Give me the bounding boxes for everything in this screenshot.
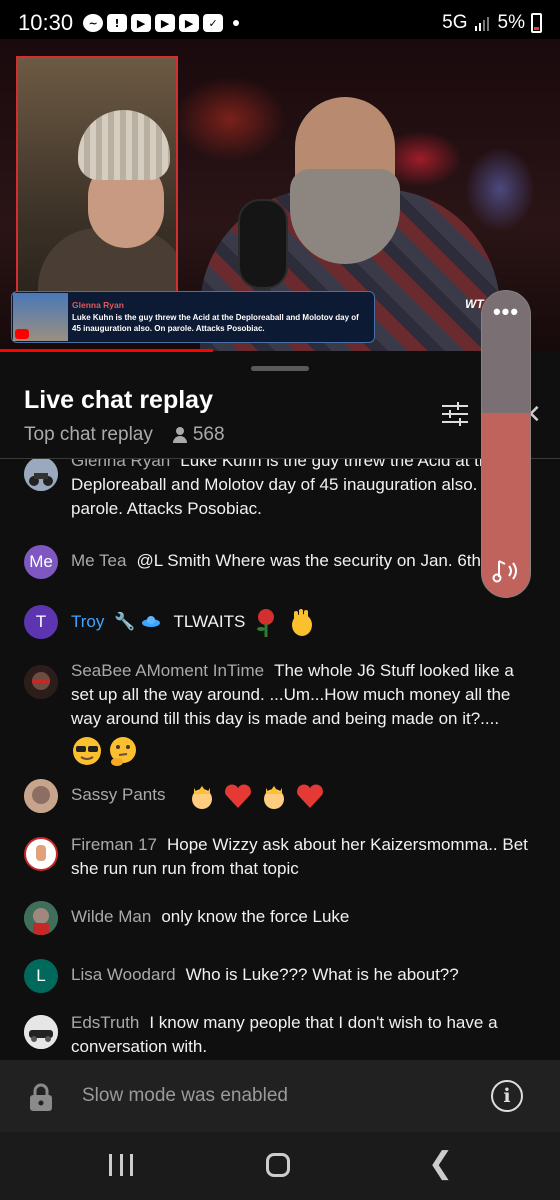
calendar-icon: ✓ [203,14,224,32]
user-photo [24,779,58,813]
user-photo [24,901,58,935]
message-author[interactable]: SeaBee AMoment InTime [71,661,264,680]
more-notifications-dot [233,20,240,26]
viewers-icon [172,427,187,443]
recent-apps-icon[interactable] [109,1154,133,1178]
thinking-face-emoji [110,737,136,766]
lower-third-thumbnail [13,293,68,341]
more-options-icon[interactable]: ••• [482,301,530,323]
message-text: TLWAITS [173,612,246,631]
live-chat-panel: Live chat replay Top chat replay 568 ✕ G… [0,352,560,1060]
video-player[interactable]: Glenna Ryan Luke Kuhn is the guy threw t… [0,39,560,351]
battery-icon [531,13,542,33]
drag-handle[interactable] [251,366,309,371]
chat-mode-label: Top chat replay [24,424,153,445]
motorcycle-icon [24,459,58,491]
red-heart-emoji [297,784,324,808]
message-author[interactable]: Troy [71,612,104,631]
user-photo [24,665,58,699]
avatar[interactable] [24,837,58,871]
alert-icon: ! [107,14,128,32]
avatar[interactable] [24,665,58,699]
red-heart-emoji [225,784,252,808]
volume-slider[interactable]: ••• [481,290,531,598]
network-label: 5G [442,12,468,33]
guest-hat [78,110,170,180]
battery-percent: 5% [497,12,525,33]
viewer-count: 568 [192,424,225,445]
youtube-icon: ▶ [155,14,176,32]
chat-title: Live chat replay [24,386,213,414]
avatar[interactable]: T [24,605,58,639]
chat-message-list[interactable]: Glenna Ryan Luke Kuhn is the guy threw th… [0,459,560,1059]
avatar[interactable] [24,779,58,813]
signal-icon [474,17,489,31]
message-author[interactable]: Wilde Man [71,907,151,926]
lower-third-message: Luke Kuhn is the guy threw the Acid at t… [72,313,359,333]
sunglasses-face-emoji [73,737,101,765]
message-text: Who is Luke??? What is he about?? [185,965,459,984]
chat-mode-selector[interactable]: Top chat replay 568 [24,424,225,446]
avatar[interactable] [24,1015,58,1049]
youtube-icon: ▶ [179,14,200,32]
avatar[interactable]: L [24,959,58,993]
lower-third-banner: Glenna Ryan Luke Kuhn is the guy threw t… [11,291,375,343]
guest-video-inset [16,56,178,298]
message-author[interactable]: Lisa Woodard [71,965,176,984]
avatar[interactable]: Me [24,545,58,579]
message-author[interactable]: Glenna Ryan [71,459,170,470]
lower-third-name: Glenna Ryan [72,300,124,310]
info-icon[interactable]: i [491,1080,523,1112]
rose-emoji [257,608,275,637]
raised-hand-icon [36,845,46,861]
motorcycle-avatar[interactable] [24,459,58,491]
filter-icon[interactable] [440,400,470,428]
status-time: 10:30 [18,10,74,35]
waving-hand-emoji [292,608,313,636]
moderator-wrench-icon: 🔧 [114,612,136,631]
microphone [238,199,288,289]
car-icon [24,1015,58,1049]
lock-icon [30,1083,52,1111]
message-author[interactable]: Me Tea [71,551,126,570]
message-author[interactable]: Fireman 17 [71,835,157,854]
message-author[interactable]: EdsTruth [71,1013,139,1032]
youtube-icon: ▶ [131,14,152,32]
youtube-icon [15,329,29,339]
message-text: @L Smith Where was the security on Jan. … [136,551,481,570]
message-text: only know the force Luke [161,907,350,926]
princess-emoji [264,785,285,809]
home-icon[interactable] [266,1153,290,1177]
slow-mode-message: Slow mode was enabled [82,1085,288,1106]
member-badge-icon [141,615,160,627]
messenger-icon: ~ [83,14,104,32]
system-nav-bar: ❮ [0,1132,560,1200]
avatar[interactable] [24,901,58,935]
back-icon[interactable]: ❮ [428,1149,453,1179]
message-author[interactable]: Sassy Pants [71,785,166,804]
chat-input-bar: Slow mode was enabled i [0,1060,560,1132]
media-volume-icon[interactable] [491,557,523,587]
princess-emoji [192,785,213,809]
